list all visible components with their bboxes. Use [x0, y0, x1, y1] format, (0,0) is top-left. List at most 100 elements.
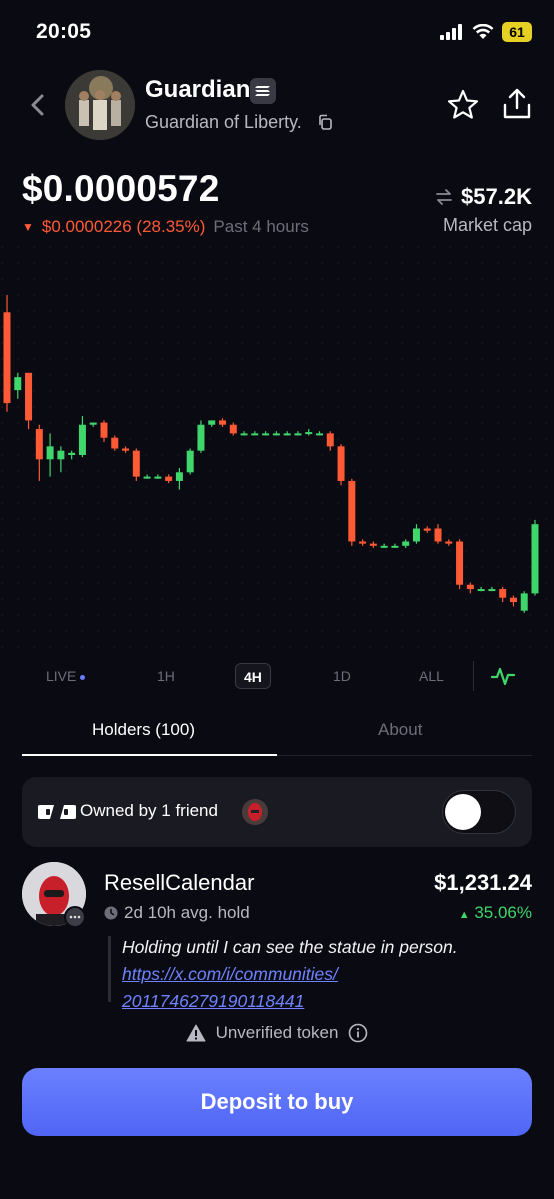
timeframe-live-label: LIVE	[46, 668, 77, 684]
status-time: 20:05	[36, 20, 92, 43]
candle-body	[305, 432, 313, 435]
quote-link-line1[interactable]: https://x.com/i/communities/	[122, 961, 522, 988]
market-cap-label: Market cap	[442, 215, 532, 235]
candle-body	[326, 433, 334, 447]
candle-body	[272, 433, 280, 436]
candle-body	[251, 433, 259, 436]
candle-body	[35, 429, 43, 460]
candle-body	[380, 545, 388, 548]
unverified-label: Unverified token	[215, 1023, 339, 1042]
candle-body	[262, 433, 270, 436]
down-arrow-icon: ▼	[22, 220, 34, 234]
share-icon[interactable]	[500, 86, 534, 122]
candle-body	[412, 528, 420, 542]
candle-body	[219, 420, 227, 425]
token-header: Guardian Guardian of Liberty.	[0, 62, 554, 152]
toggle-knob	[445, 794, 481, 830]
token-name: Guardian	[145, 76, 251, 103]
change-period: Past 4 hours	[213, 217, 309, 236]
line-chart-icon[interactable]	[490, 665, 516, 687]
back-icon[interactable]	[24, 90, 52, 120]
candle-body	[197, 424, 205, 451]
friends-label: Owned by 1 friend	[80, 801, 218, 820]
token-subtitle: Guardian of Liberty.	[145, 112, 302, 132]
candle-body	[111, 437, 119, 449]
holder-change-row: ▲ 35.06%	[459, 903, 532, 923]
message-badge-icon	[64, 906, 86, 928]
token-avatar	[65, 70, 135, 140]
warning-icon	[186, 1024, 206, 1042]
candle-body	[175, 472, 183, 481]
friends-logo-icon	[38, 805, 76, 819]
timeframe-1h[interactable]: 1H	[157, 663, 175, 689]
solana-icon	[250, 78, 276, 104]
candle-body	[68, 452, 76, 455]
candle-body	[143, 476, 151, 479]
tab-bar: Holders (100) About	[22, 712, 532, 756]
price-chart[interactable]	[0, 245, 554, 655]
candle-body	[520, 593, 528, 611]
quote-body: Holding until I can see the statue in pe…	[122, 937, 458, 957]
wifi-icon	[472, 24, 494, 39]
candle-body	[100, 422, 108, 438]
tab-about[interactable]: About	[378, 720, 422, 740]
candle-body	[89, 422, 97, 425]
timeframe-selector: LIVE 1H 4H 1D ALL	[0, 655, 554, 695]
candle-body	[337, 446, 345, 481]
candle-body	[229, 424, 237, 434]
candle-body	[240, 433, 248, 436]
star-icon[interactable]	[446, 88, 480, 122]
candle-body	[359, 541, 367, 544]
candle-body	[477, 589, 485, 592]
candle-body	[509, 597, 517, 603]
timeframe-1d[interactable]: 1D	[333, 663, 351, 689]
candle-body	[391, 545, 399, 548]
up-arrow-icon: ▲	[458, 909, 470, 921]
candle-body	[456, 541, 464, 585]
candle-body	[122, 448, 130, 451]
clock-icon	[104, 906, 118, 920]
candle-body	[531, 524, 539, 594]
active-tab-indicator	[22, 754, 277, 756]
holder-change: 35.06%	[474, 903, 532, 922]
timeframe-live[interactable]: LIVE	[46, 663, 86, 689]
candle-body	[3, 312, 11, 404]
price-change: $0.0000226 (28.35%)	[41, 217, 206, 236]
copy-icon[interactable]	[317, 114, 333, 130]
candle-body	[25, 372, 33, 421]
live-indicator-dot	[80, 674, 86, 680]
timeframe-all[interactable]: ALL	[419, 663, 444, 689]
candle-body	[46, 446, 54, 460]
tab-holders[interactable]: Holders (100)	[92, 720, 195, 740]
candle-body	[78, 424, 86, 455]
swap-arrows-icon	[436, 189, 452, 205]
candle-body	[423, 528, 431, 531]
holder-quote: Holding until I can see the statue in pe…	[122, 934, 522, 1015]
quote-bar	[108, 936, 111, 1002]
candle-body	[132, 450, 140, 477]
timeframe-4h[interactable]: 4H	[235, 663, 271, 689]
market-cap-row[interactable]: $57.2K	[435, 184, 532, 210]
candle-body	[154, 476, 162, 479]
quote-link-line2[interactable]: 2011746279190118441	[122, 988, 522, 1015]
battery-indicator: 61	[502, 22, 532, 42]
candle-body	[165, 476, 173, 481]
candle-body	[348, 480, 356, 542]
candle-body	[434, 528, 442, 542]
candle-body	[466, 584, 474, 590]
timeframe-divider	[473, 661, 474, 691]
friend-avatar	[242, 799, 268, 825]
holder-name: ResellCalendar	[104, 870, 255, 895]
cellular-signal-icon	[440, 24, 462, 40]
status-icons: 61	[440, 22, 532, 42]
candle-body	[14, 377, 22, 391]
token-price: $0.0000572	[22, 168, 220, 209]
price-change-row: ▼ $0.0000226 (28.35%) Past 4 hours	[22, 217, 309, 237]
deposit-button[interactable]: Deposit to buy	[22, 1068, 532, 1136]
candle-body	[208, 420, 216, 425]
info-icon[interactable]	[348, 1023, 368, 1043]
hold-duration: 2d 10h avg. hold	[124, 903, 250, 922]
holder-row[interactable]: ResellCalendar 2d 10h avg. hold $1,231.2…	[22, 862, 532, 1022]
friends-toggle[interactable]	[442, 790, 516, 834]
friends-filter-card: Owned by 1 friend	[22, 777, 532, 847]
